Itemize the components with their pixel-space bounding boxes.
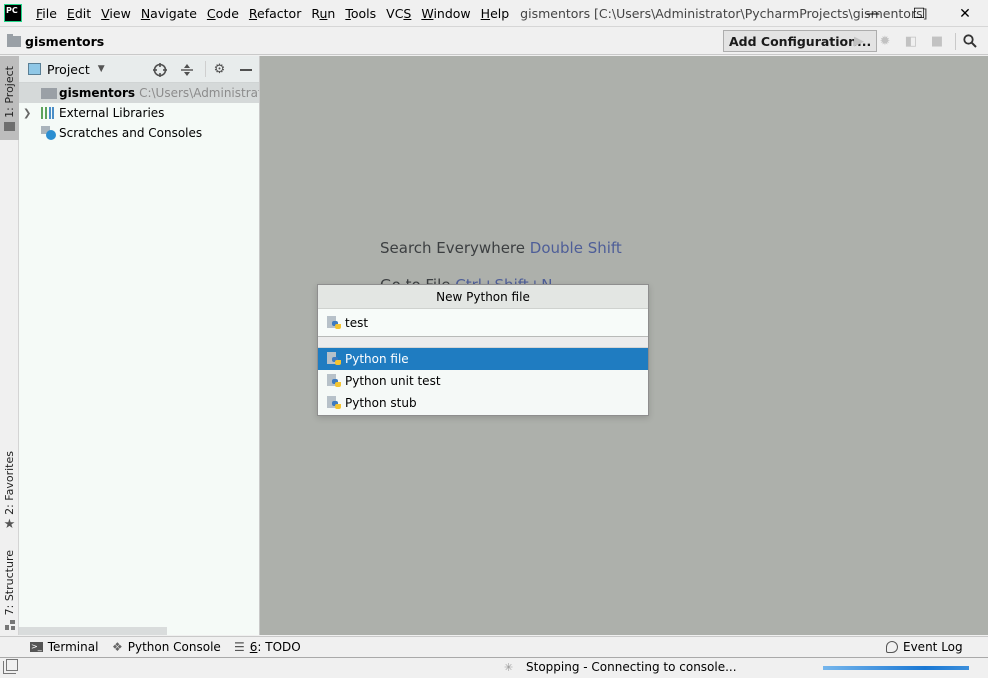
hint-text: Search Everywhere [380, 239, 525, 257]
python-file-icon [327, 352, 341, 366]
minimize-button[interactable]: — [850, 0, 896, 27]
bottom-tool-bar: >_ Terminal ❖ Python Console ☰ 6: TODO E… [0, 636, 988, 658]
gear-icon[interactable]: ⚙ [211, 61, 228, 78]
event-log-icon [886, 641, 898, 653]
toggle-tool-windows-icon[interactable] [3, 659, 18, 674]
popup-title: New Python file [318, 285, 648, 309]
chevron-down-icon[interactable]: ▼ [98, 64, 105, 74]
menu-window[interactable]: Window [416, 6, 475, 21]
menu-code[interactable]: Code [202, 6, 244, 21]
menu-tools[interactable]: Tools [340, 6, 381, 21]
status-text[interactable]: Stopping - Connecting to console... [526, 660, 737, 674]
python-file-icon [327, 315, 341, 330]
coverage-icon[interactable]: ◧ [902, 32, 920, 50]
breadcrumb-project[interactable]: gismentors [25, 34, 104, 49]
python-file-icon [327, 374, 341, 388]
run-icon[interactable]: ▶ [850, 32, 868, 50]
menu-edit[interactable]: Edit [62, 6, 96, 21]
structure-icon [4, 620, 15, 631]
stripe-tab-label: 2: Favorites [3, 451, 16, 515]
tree-item-label: External Libraries [59, 106, 165, 120]
stop-icon[interactable]: ■ [928, 32, 946, 50]
stripe-tab-structure[interactable]: 7: Structure [0, 550, 19, 631]
header-separator [205, 61, 206, 77]
tab-label-mnemonic: 6 [249, 640, 258, 654]
list-icon: ☰ [234, 640, 245, 654]
tab-event-log[interactable]: Event Log [886, 640, 963, 654]
left-tool-stripe: 1: Project 2: Favorites ★ 7: Structure [0, 56, 19, 635]
popup-divider [318, 337, 648, 348]
toolbar-separator [955, 33, 956, 50]
stripe-tab-favorites[interactable]: 2: Favorites ★ [0, 451, 19, 532]
scratches-icon [41, 126, 57, 140]
folder-icon [7, 33, 21, 47]
tree-item-label: Scratches and Consoles [59, 126, 203, 140]
menu-vcs[interactable]: VCS [381, 6, 416, 21]
project-panel-header: Project ▼ ⚙ [19, 56, 259, 83]
folder-icon [4, 121, 15, 131]
menu-refactor[interactable]: Refactor [244, 6, 306, 21]
option-python-stub[interactable]: Python stub [318, 392, 648, 414]
new-python-file-popup: New Python file Python file Python unit … [317, 284, 649, 416]
tree-item-label: gismentors [59, 86, 136, 100]
title-bar: PC File Edit View Navigate Code Refactor… [0, 0, 988, 27]
tab-label: Python Console [127, 640, 221, 654]
horizontal-scrollbar[interactable] [19, 627, 167, 635]
stripe-tab-label: 7: Structure [3, 550, 16, 616]
popup-input-row [318, 309, 648, 337]
pycharm-logo-icon: PC [4, 4, 22, 22]
tab-label: : TODO [257, 640, 301, 654]
window-controls: — ☐ ✕ [850, 0, 988, 27]
collapse-all-icon[interactable] [178, 61, 195, 78]
progress-bar[interactable] [823, 666, 969, 670]
tree-item-project-root[interactable]: gismentors C:\Users\Administrator\Pychar… [19, 83, 259, 103]
tree-item-scratches[interactable]: Scratches and Consoles [19, 123, 259, 143]
tab-terminal[interactable]: >_ Terminal [30, 640, 98, 654]
file-name-input[interactable] [345, 315, 625, 330]
close-button[interactable]: ✕ [942, 0, 988, 27]
project-view-icon [28, 63, 41, 75]
option-label: Python stub [345, 396, 417, 410]
option-label: Python unit test [345, 374, 441, 388]
locate-icon[interactable] [151, 61, 168, 78]
stripe-tab-project[interactable]: 1: Project [0, 56, 19, 140]
library-icon [41, 107, 57, 119]
option-python-file[interactable]: Python file [318, 348, 648, 370]
tab-todo[interactable]: ☰ 6: TODO [234, 640, 301, 654]
project-panel: Project ▼ ⚙ gismentors C:\Users\Administ… [19, 56, 260, 635]
menu-view[interactable]: View [96, 6, 136, 21]
option-label: Python file [345, 352, 409, 366]
python-file-icon [327, 396, 341, 410]
menu-help[interactable]: Help [476, 6, 515, 21]
terminal-icon: >_ [30, 642, 43, 652]
menu-run[interactable]: Run [306, 6, 340, 21]
status-bar: ✳ Stopping - Connecting to console... [0, 658, 988, 678]
tab-label: Event Log [903, 640, 963, 654]
spinner-icon: ✳ [504, 661, 514, 674]
debug-icon[interactable]: ✹ [876, 32, 894, 50]
tree-item-path: C:\Users\Administrator\PycharmProjects\g… [139, 86, 259, 100]
star-icon: ★ [3, 516, 16, 532]
chevron-right-icon[interactable]: ❯ [23, 108, 31, 119]
hint-shortcut: Double Shift [529, 239, 622, 257]
hide-icon[interactable] [237, 61, 254, 78]
project-view-selector[interactable]: Project [47, 62, 90, 77]
menu-file[interactable]: File [31, 6, 62, 21]
tab-label: Terminal [47, 640, 99, 654]
option-python-unit-test[interactable]: Python unit test [318, 370, 648, 392]
menu-navigate[interactable]: Navigate [136, 6, 202, 21]
search-icon[interactable] [961, 32, 979, 50]
python-console-icon: ❖ [112, 640, 123, 654]
folder-icon [41, 88, 57, 99]
tab-python-console[interactable]: ❖ Python Console [112, 640, 221, 654]
hint-search-everywhere: Search Everywhere Double Shift [380, 239, 622, 257]
maximize-button[interactable]: ☐ [896, 0, 942, 27]
navigation-bar: gismentors Add Configuration... ▶ ✹ ◧ ■ [0, 28, 988, 55]
stripe-tab-label: 1: Project [3, 66, 16, 118]
tree-item-external-libraries[interactable]: ❯ External Libraries [19, 103, 259, 123]
menu-bar: File Edit View Navigate Code Refactor Ru… [31, 6, 514, 21]
